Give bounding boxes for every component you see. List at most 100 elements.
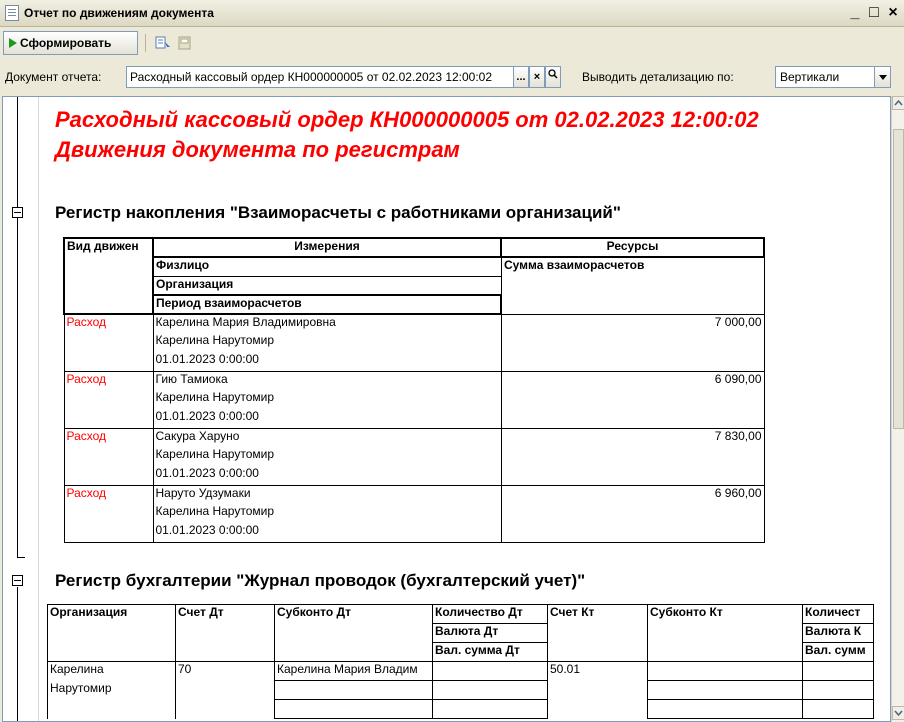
report-area[interactable]: Расходный кассовый ордер КН000000005 от … <box>2 96 891 722</box>
table-row: Расход Карелина Мария Владимировна 7 000… <box>63 313 765 333</box>
dim-person-header: Физлицо <box>152 256 502 277</box>
cur-kt-header: Валюта К <box>802 623 874 643</box>
table-row: Карелина 70 Карелина Мария Владим 50.01 <box>47 661 874 681</box>
dim-period-header: Период взаиморасчетов <box>152 294 502 315</box>
report-title: Расходный кассовый ордер КН000000005 от … <box>55 107 759 132</box>
acc-kt-cell: 50.01 <box>547 661 648 681</box>
cur-dt-header: Валюта Дт <box>432 623 548 643</box>
sub-kt-header: Субконто Кт <box>647 604 803 662</box>
scrollbar-thumb[interactable] <box>893 129 904 429</box>
open-document-button[interactable] <box>545 66 561 88</box>
cur-dt-cell <box>432 680 548 700</box>
dimensions-header: Измерения <box>152 237 502 258</box>
select-document-button[interactable]: ... <box>513 66 529 88</box>
cursum-kt-cell <box>802 699 874 719</box>
maximize-button[interactable]: □ <box>865 2 883 24</box>
close-button[interactable]: × <box>884 2 902 24</box>
minimize-button[interactable]: _ <box>846 2 864 24</box>
group-line-end <box>17 557 25 558</box>
vertical-scrollbar[interactable] <box>891 96 904 722</box>
acc-kt-header: Счет Кт <box>547 604 648 662</box>
period-cell: 01.01.2023 0:00:00 <box>152 352 502 371</box>
chevron-down-icon[interactable] <box>874 67 890 87</box>
scroll-up-icon[interactable] <box>892 96 904 110</box>
window-title: Отчет по движениям документа <box>24 6 214 20</box>
sub-kt-cell <box>647 661 803 681</box>
detail-select[interactable]: Вертикали <box>775 66 891 88</box>
cur-kt-cell <box>802 680 874 700</box>
sub-dt-cell-2 <box>274 680 433 700</box>
sum-cell: 6 960,00 <box>500 484 765 504</box>
acc-dt-cell: 70 <box>175 661 275 681</box>
person-cell: Сакура Харуно <box>152 427 502 447</box>
parameters-row: Документ отчета: Расходный кассовый орде… <box>0 64 904 90</box>
sub-dt-cell-3 <box>274 699 433 719</box>
movement-kind: Расход <box>63 313 154 333</box>
movement-kind: Расход <box>63 484 154 504</box>
org-cell: Карелина Нарутомир <box>152 447 502 466</box>
qty-dt-header: Количество Дт <box>432 604 548 624</box>
register1-title: Регистр накопления "Взаиморасчеты с рабо… <box>55 203 621 222</box>
generate-button[interactable]: Сформировать <box>3 31 138 55</box>
collapse-register2-icon[interactable] <box>12 575 23 586</box>
document-label: Документ отчета: <box>5 70 102 84</box>
org-cell: Карелина Нарутомир <box>152 390 502 409</box>
register2-table: Организация Счет Дт Субконто Дт Количест… <box>47 604 874 719</box>
sub-kt-cell-3 <box>647 699 803 719</box>
sub-kt-cell-2 <box>647 680 803 700</box>
sum-cell: 7 830,00 <box>500 427 765 447</box>
period-cell: 01.01.2023 0:00:00 <box>152 523 502 543</box>
toolbar-separator <box>145 34 146 52</box>
cursum-kt-header: Вал. сумм <box>802 642 874 662</box>
org-cell: Карелина Нарутомир <box>152 333 502 352</box>
sub-dt-header: Субконто Дт <box>274 604 433 662</box>
org-cell: Карелина Нарутомир <box>152 504 502 523</box>
res-sum-header: Сумма взаиморасчетов <box>500 256 765 315</box>
toolbar: Сформировать <box>0 28 904 60</box>
clear-document-button[interactable]: × <box>529 66 545 88</box>
col-kind-header: Вид движен <box>63 237 154 315</box>
detail-label: Выводить детализацию по: <box>582 70 734 84</box>
table-row: Расход Гию Тамиока 6 090,00 <box>63 370 765 390</box>
group-gutter <box>3 97 39 721</box>
magnifier-icon <box>548 69 558 79</box>
table-row: Расход Наруто Удзумаки 6 960,00 <box>63 484 765 504</box>
person-cell: Карелина Мария Владимировна <box>152 313 502 333</box>
detail-select-value: Вертикали <box>780 70 840 84</box>
org-cell: Карелина <box>47 661 176 681</box>
resources-header: Ресурсы <box>500 237 765 258</box>
qty-kt-cell <box>802 661 874 681</box>
report-subtitle: Движения документа по регистрам <box>55 137 460 162</box>
org-cell-line2: Нарутомир <box>47 680 176 700</box>
window-titlebar: Отчет по движениям документа _ □ × <box>0 0 904 27</box>
qty-kt-header: Количест <box>802 604 874 624</box>
collapse-register1-icon[interactable] <box>12 207 23 218</box>
scroll-down-icon[interactable] <box>892 706 904 720</box>
acc-dt-header: Счет Дт <box>175 604 275 662</box>
table-row: Расход Сакура Харуно 7 830,00 <box>63 427 765 447</box>
person-cell: Наруто Удзумаки <box>152 484 502 504</box>
sub-dt-cell: Карелина Мария Владим <box>274 661 433 681</box>
generate-button-label: Сформировать <box>20 36 112 50</box>
play-icon <box>9 38 17 48</box>
period-cell: 01.01.2023 0:00:00 <box>152 466 502 485</box>
cursum-dt-header: Вал. сумма Дт <box>432 642 548 662</box>
period-cell: 01.01.2023 0:00:00 <box>152 409 502 428</box>
sum-cell: 7 000,00 <box>500 313 765 333</box>
register2-title: Регистр бухгалтерии "Журнал проводок (бу… <box>55 571 586 590</box>
register1-table: Вид движен Измерения Ресурсы Физлицо Сум… <box>63 237 765 543</box>
group-line <box>17 97 18 557</box>
qty-dt-cell <box>432 661 548 681</box>
dim-org-header: Организация <box>152 275 502 296</box>
save-icon[interactable] <box>176 34 194 52</box>
group-line <box>17 587 18 721</box>
movement-kind: Расход <box>63 370 154 390</box>
report-icon <box>5 5 19 21</box>
cursum-dt-cell <box>432 699 548 719</box>
sum-cell: 6 090,00 <box>500 370 765 390</box>
person-cell: Гию Тамиока <box>152 370 502 390</box>
movement-kind: Расход <box>63 427 154 447</box>
document-field[interactable]: Расходный кассовый ордер КН000000005 от … <box>126 66 514 88</box>
settings-icon[interactable] <box>154 34 172 52</box>
org-header: Организация <box>47 604 176 662</box>
